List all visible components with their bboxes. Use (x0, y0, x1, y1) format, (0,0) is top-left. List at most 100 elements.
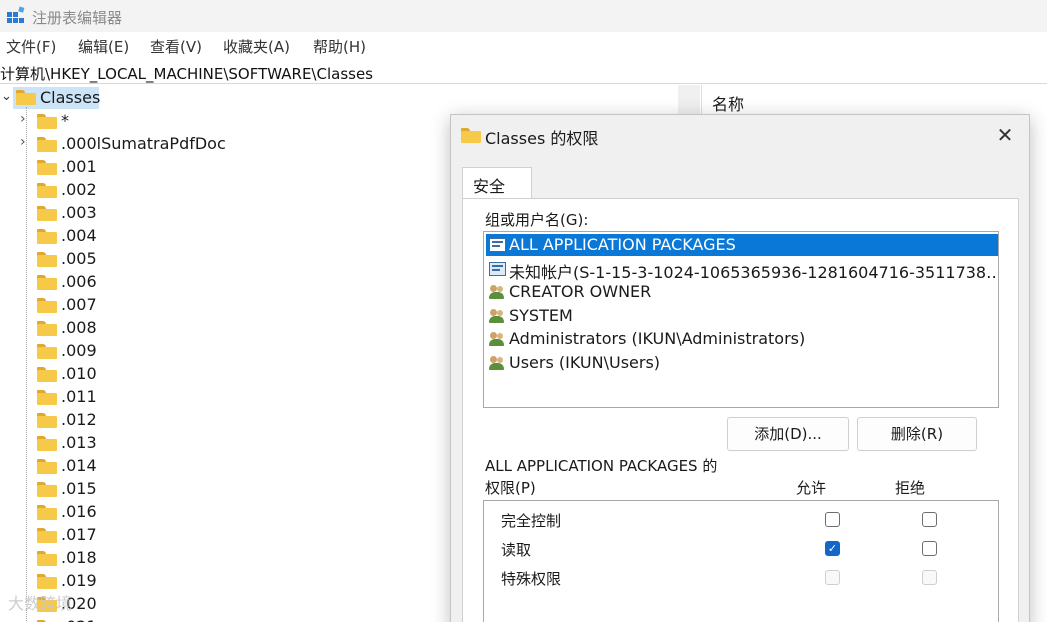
tree-item-label: .004 (61, 226, 97, 245)
tree-item[interactable]: .017 (0, 524, 420, 546)
tree-item-label: .006 (61, 272, 97, 291)
group-label: Administrators (IKUN\Administrators) (509, 329, 806, 348)
tree-item[interactable]: .003 (0, 202, 420, 224)
tree-item[interactable]: .016 (0, 501, 420, 523)
tree-item[interactable]: .001 (0, 156, 420, 178)
tree-item-label: .009 (61, 341, 97, 360)
tree-item[interactable]: .015 (0, 478, 420, 500)
group-list-item[interactable]: ALL APPLICATION PACKAGES (486, 234, 998, 256)
chevron-down-icon[interactable]: ⌄ (1, 89, 12, 104)
dialog-title-bar: Classes 的权限 (461, 125, 961, 148)
menu-edit[interactable]: 编辑(E) (78, 36, 129, 57)
menu-file[interactable]: 文件(F) (6, 36, 56, 57)
tree-item[interactable]: .002 (0, 179, 420, 201)
tree-item[interactable]: › * (0, 110, 420, 132)
folder-icon (37, 436, 57, 451)
tree-item[interactable]: .004 (0, 225, 420, 247)
permission-row: 完全控制 (484, 507, 996, 531)
address-bar[interactable]: 计算机\HKEY_LOCAL_MACHINE\SOFTWARE\Classes (0, 60, 1047, 84)
folder-icon (37, 344, 57, 359)
folder-icon (37, 551, 57, 566)
column-header-name[interactable]: 名称 (712, 91, 744, 115)
tree-item[interactable]: .019 (0, 570, 420, 592)
menu-help[interactable]: 帮助(H) (313, 36, 366, 57)
tree-item-label: .019 (61, 571, 97, 590)
chevron-right-icon[interactable]: › (20, 134, 26, 150)
group-list-item[interactable]: SYSTEM (486, 305, 998, 327)
group-label: CREATOR OWNER (509, 282, 652, 301)
folder-icon (37, 229, 57, 244)
group-list-item[interactable]: Administrators (IKUN\Administrators) (486, 328, 998, 350)
chevron-right-icon[interactable]: › (20, 111, 26, 127)
folder-icon (37, 321, 57, 336)
truncated-text (941, 512, 947, 526)
tree-item[interactable]: › .000lSumatraPdfDoc (0, 133, 420, 155)
column-deny: 拒绝 (895, 479, 926, 497)
folder-icon (37, 574, 57, 589)
permissions-list: 完全控制读取 ✓ 特殊权限 (483, 500, 999, 622)
folder-icon (16, 90, 36, 105)
group-list-item[interactable]: 未知帐户(S-1-15-3-1024-1065365936-1281604716… (486, 258, 998, 282)
add-button[interactable]: 添加(D)... (727, 417, 849, 451)
permission-row: 特殊权限 (484, 565, 996, 589)
values-list-header: 名称 (701, 85, 1047, 115)
tree-item-label: .015 (61, 479, 97, 498)
tree-item[interactable]: .005 (0, 248, 420, 270)
tree-item[interactable]: .021 (0, 616, 420, 622)
close-icon[interactable]: ✕ (993, 123, 1017, 147)
menu-favorites[interactable]: 收藏夹(A) (223, 36, 290, 57)
folder-icon (461, 128, 481, 143)
tree-item[interactable]: .014 (0, 455, 420, 477)
tree-item[interactable]: .018 (0, 547, 420, 569)
permission-row: 读取 ✓ (484, 536, 996, 560)
tree-item[interactable]: .010 (0, 363, 420, 385)
tree-item[interactable]: .006 (0, 271, 420, 293)
tree-item-label: .017 (61, 525, 97, 544)
deny-checkbox (922, 570, 937, 585)
tree-item-label: .002 (61, 180, 97, 199)
tree-item[interactable]: .008 (0, 317, 420, 339)
watermark: 大数跨境 (8, 594, 73, 613)
tree-item-label: .003 (61, 203, 97, 222)
tree-item-classes[interactable]: ⌄ Classes (0, 87, 100, 109)
group-list-item[interactable]: Users (IKUN\Users) (486, 352, 998, 374)
tree-item-label: .018 (61, 548, 97, 567)
menu-view[interactable]: 查看(V) (150, 36, 202, 57)
tree-item[interactable]: .009 (0, 340, 420, 362)
folder-icon (37, 505, 57, 520)
deny-checkbox[interactable] (922, 512, 937, 527)
tree-item[interactable]: .013 (0, 432, 420, 454)
group-list[interactable]: ALL APPLICATION PACKAGES 未知帐户(S-1-15-3-10… (483, 231, 999, 408)
remove-button[interactable]: 删除(R) (857, 417, 977, 451)
folder-icon (37, 206, 57, 221)
folder-icon (37, 482, 57, 497)
allow-checkbox (825, 570, 840, 585)
registry-editor-icon (7, 6, 25, 23)
truncated-text (844, 570, 850, 584)
permissions-dialog: Classes 的权限 ✕ 安全 组或用户名(G): ALL APPLICATI… (450, 114, 1030, 622)
group-list-item[interactable]: CREATOR OWNER (486, 281, 998, 303)
tab-label: 安全 (473, 177, 506, 196)
tree-item-label: * (61, 111, 69, 130)
allow-checkbox[interactable] (825, 512, 840, 527)
allow-checkbox[interactable]: ✓ (825, 541, 840, 556)
tree-item[interactable]: .011 (0, 386, 420, 408)
permission-label: 读取 (501, 541, 532, 559)
tree-item[interactable]: .012 (0, 409, 420, 431)
address-path[interactable]: 计算机\HKEY_LOCAL_MACHINE\SOFTWARE\Classes (0, 63, 373, 84)
group-list-label: 组或用户名(G): (485, 211, 589, 229)
column-allow: 允许 (796, 479, 827, 497)
tree-item[interactable]: .007 (0, 294, 420, 316)
folder-icon (37, 298, 57, 313)
tree-item-label: .010 (61, 364, 97, 383)
dialog-title: Classes 的权限 (485, 129, 599, 148)
permission-label: 完全控制 (501, 512, 562, 530)
folder-icon (37, 390, 57, 405)
permissions-heading-line2: 权限(P) (485, 479, 536, 497)
tree-item-label: .001 (61, 157, 97, 176)
truncated-text (844, 512, 850, 526)
tree-item-label: Classes (40, 88, 101, 107)
tree-item-label: .016 (61, 502, 97, 521)
tab-security[interactable]: 安全 (462, 167, 532, 199)
deny-checkbox[interactable] (922, 541, 937, 556)
